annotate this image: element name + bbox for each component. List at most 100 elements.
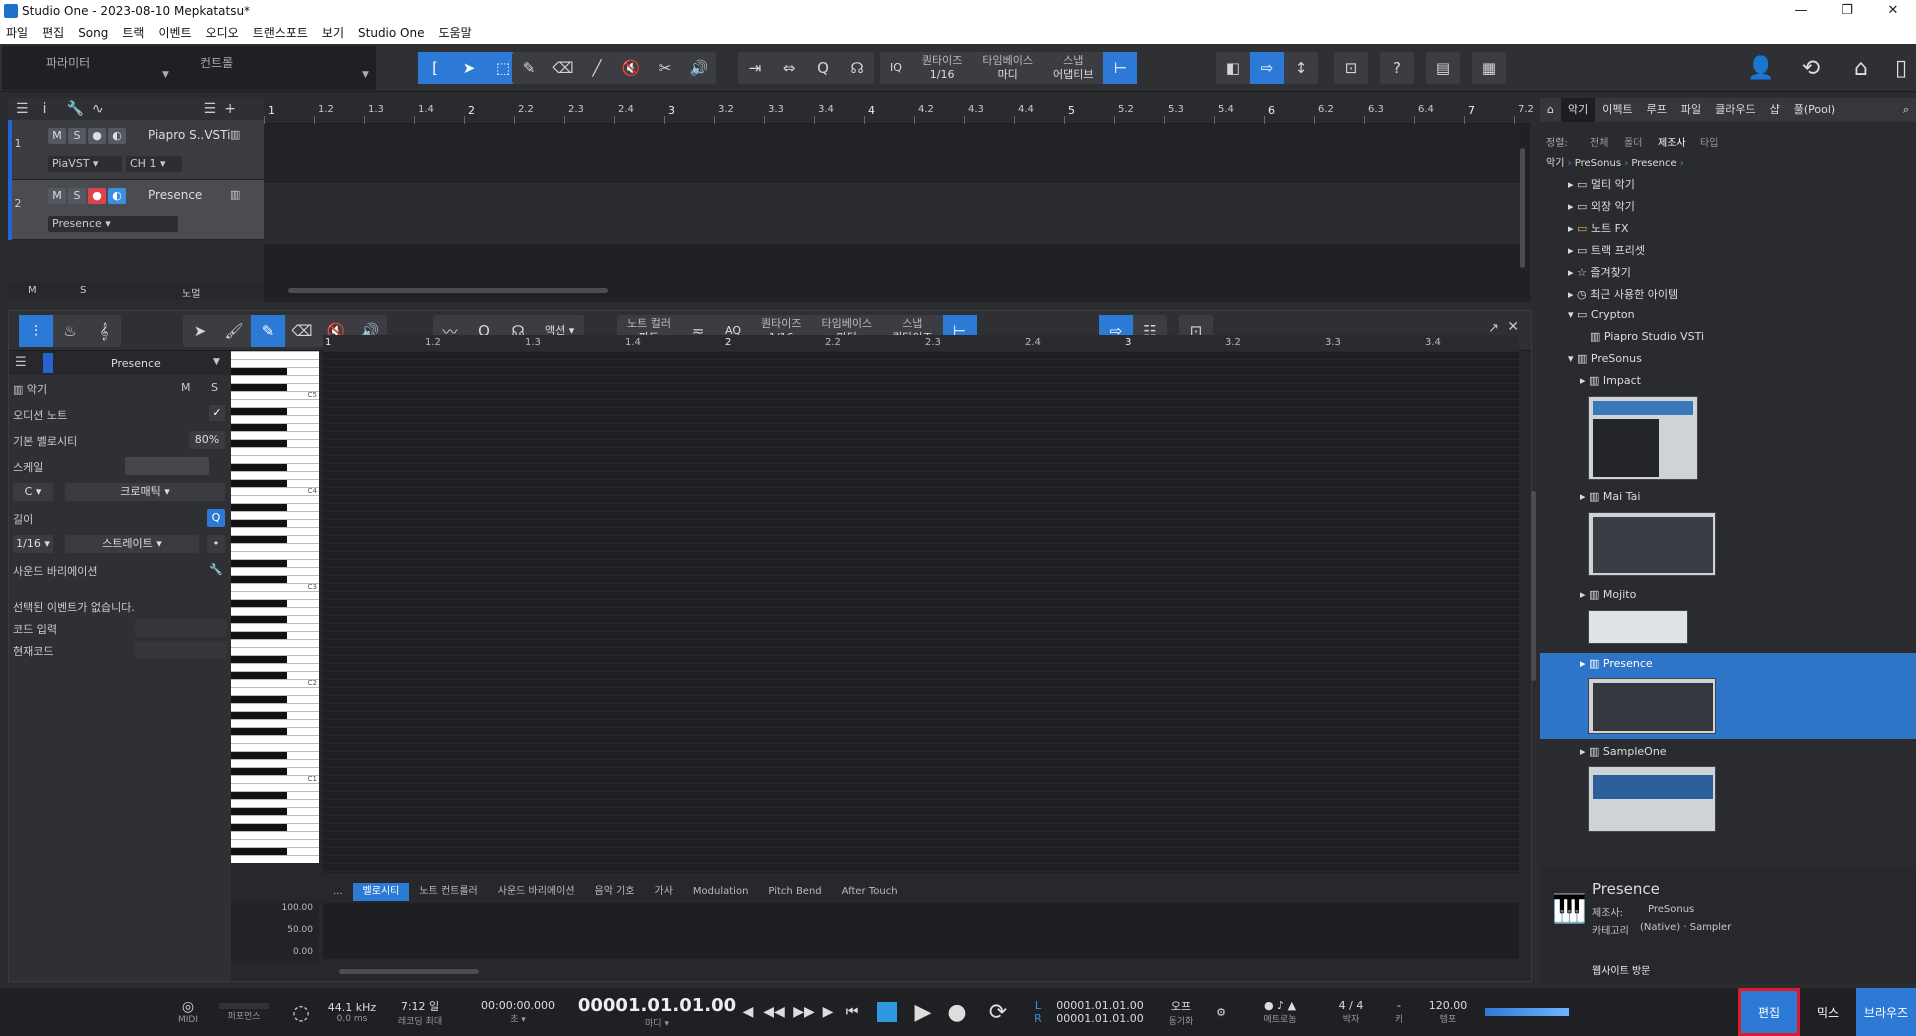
arrange-h-scrollbar[interactable]	[288, 288, 608, 293]
zoom-tool-icon[interactable]: Q	[806, 52, 840, 84]
restore-button[interactable]: ❐	[1824, 0, 1870, 22]
sort-all[interactable]: 전체	[1590, 134, 1608, 149]
breadcrumb-instruments[interactable]: 악기	[1546, 158, 1564, 169]
scale-type-select[interactable]: 크로매틱 ▾	[65, 483, 225, 501]
track-name[interactable]: Piapro S..VSTi	[148, 128, 230, 142]
length-value-select[interactable]: 1/16 ▾	[13, 535, 53, 553]
paint-tool-icon[interactable]: ╱	[580, 52, 614, 84]
track-lane-2[interactable]	[264, 184, 1520, 244]
range-tool-icon[interactable]: [	[418, 52, 452, 84]
param-label[interactable]: 파라미터	[46, 54, 90, 71]
tab-after-touch[interactable]: After Touch	[832, 883, 908, 901]
menu-event[interactable]: 이벤트	[158, 22, 191, 44]
forward-icon[interactable]: ▶▶	[790, 988, 818, 1036]
part-dropdown-icon[interactable]: ▼	[213, 357, 220, 367]
bend-tool-icon[interactable]: ⇥	[738, 52, 772, 84]
add-track-icon[interactable]: +	[224, 101, 236, 117]
snap-select[interactable]: 스냅 어댑티브	[1043, 52, 1103, 84]
tab-sound-variation[interactable]: 사운드 바리에이션	[488, 883, 585, 901]
more-icon[interactable]: ▯	[1886, 56, 1916, 81]
menu-audio[interactable]: 오디오	[206, 22, 239, 44]
track-name[interactable]: Presence	[148, 188, 202, 202]
length-extra-button[interactable]: •	[207, 535, 225, 553]
website-link[interactable]: 웹사이트 방문	[1592, 962, 1650, 977]
browser-tab-instruments[interactable]: 악기	[1560, 98, 1596, 122]
browse-view-button[interactable]: 브라우즈	[1856, 988, 1916, 1036]
editor-eraser-icon[interactable]: ⌫	[285, 315, 319, 347]
footer-solo[interactable]: S	[80, 285, 86, 296]
browser-tab-files[interactable]: 파일	[1674, 98, 1708, 122]
tree-presonus[interactable]: ▾ ▥ PreSonus	[1568, 352, 1642, 365]
record-transport-button[interactable]: ●	[942, 988, 972, 1036]
piano-keyboard[interactable]: C5 C4 C3 C2 C1	[231, 351, 319, 863]
arrange-v-scrollbar[interactable]	[1520, 148, 1525, 268]
sound-variation-wrench-icon[interactable]: 🔧	[209, 563, 223, 576]
monitor-button[interactable]: ◐	[108, 188, 126, 204]
controller-more[interactable]: ...	[323, 883, 353, 901]
detach-icon[interactable]: ↗	[1488, 321, 1499, 336]
mojito-thumbnail[interactable]	[1588, 610, 1688, 644]
close-button[interactable]: ✕	[1870, 0, 1916, 22]
edit-view-button[interactable]: 편집	[1738, 988, 1800, 1036]
track-lane-1[interactable]	[264, 124, 1520, 184]
arrange-view[interactable]: 1 1.2 1.3 1.4 2 2.2 2.3 2.4 3 3.2 3.3 3.4 4 4.2 4.3 4.4…	[264, 98, 1534, 302]
length-mode-select[interactable]: 스트레이트 ▾	[65, 535, 199, 553]
autoscroll-icon[interactable]: ⇨	[1250, 52, 1284, 84]
track-input-select[interactable]: PiaVST ▾	[48, 156, 122, 172]
tree-favorites[interactable]: ▸ ☆ 즐겨찾기	[1568, 264, 1631, 280]
browser-tab-pool[interactable]: 풀(Pool)	[1787, 98, 1842, 122]
tree-mai-tai[interactable]: ▸ ▥ Mai Tai	[1580, 490, 1640, 503]
rewind-icon[interactable]: ◀◀	[760, 988, 788, 1036]
track-options-icon[interactable]: ☰	[204, 101, 217, 117]
menu-transport[interactable]: 트랜스포트	[253, 22, 308, 44]
listen-tool-icon[interactable]: 🔊	[682, 52, 716, 84]
current-chord-field[interactable]	[135, 641, 227, 659]
tab-velocity[interactable]: 벨로시티	[352, 883, 410, 901]
mai-tai-thumbnail[interactable]	[1588, 512, 1716, 576]
breadcrumb-presence[interactable]: Presence	[1631, 158, 1676, 169]
sync-display[interactable]: 오프 동기화	[1156, 988, 1206, 1036]
record-button[interactable]: ●	[88, 128, 106, 144]
tree-external-instruments[interactable]: ▸ ▭ 외장 악기	[1568, 198, 1635, 214]
stop-button[interactable]	[872, 988, 902, 1036]
tree-track-presets[interactable]: ▸ ▭ 트랙 프리셋	[1568, 242, 1645, 258]
performance-meter[interactable]: 퍼포먼스	[210, 988, 278, 1036]
param-dropdown-icon[interactable]: ▼	[162, 70, 169, 80]
impact-thumbnail[interactable]	[1588, 396, 1698, 480]
sort-folder[interactable]: 폴더	[1624, 134, 1642, 149]
mute-tool-icon[interactable]: 🔇	[614, 52, 648, 84]
mix-view-button[interactable]: 믹스	[1800, 988, 1856, 1036]
snapshot-icon[interactable]: ⊡	[1334, 52, 1368, 84]
next-marker-icon[interactable]: ▶	[818, 988, 838, 1036]
tree-impact[interactable]: ▸ ▥ Impact	[1580, 374, 1641, 387]
instrument-icon[interactable]: ▥	[230, 128, 240, 141]
snap-toggle-icon[interactable]: ⊢	[1103, 52, 1138, 84]
tree-presence[interactable]: ▸ ▥ Presence	[1580, 657, 1653, 670]
inspector-icon[interactable]: i	[43, 101, 47, 117]
split-tool-icon[interactable]: ✂	[648, 52, 682, 84]
mute-button[interactable]: M	[48, 128, 66, 144]
stretch-icon[interactable]: ⇔	[772, 52, 806, 84]
instrument-icon[interactable]: ▥	[230, 188, 240, 201]
timebase-select[interactable]: 타임베이스 마디	[972, 52, 1043, 84]
score-view-icon[interactable]: 𝄞	[87, 315, 121, 347]
velocity-lane[interactable]	[323, 903, 1519, 959]
track-2[interactable]: 2 M S ● ◐ Presence ▥ Presence ▾	[8, 180, 264, 240]
eraser-tool-icon[interactable]: ⌫	[546, 52, 580, 84]
precount-icon[interactable]: ⚙	[1206, 988, 1236, 1036]
breadcrumb-presonus[interactable]: PreSonus	[1575, 158, 1621, 169]
track-channel-select[interactable]: CH 1 ▾	[126, 156, 182, 172]
cursor-follow-icon[interactable]: ↕	[1284, 52, 1318, 84]
solo-button[interactable]: S	[68, 188, 86, 204]
metronome-display[interactable]: ● ♪ ▲ 메트로놈	[1240, 988, 1320, 1036]
tab-pitch-bend[interactable]: Pitch Bend	[758, 883, 831, 901]
loop-button[interactable]: ⟳	[978, 988, 1018, 1036]
inspector-solo[interactable]: S	[211, 381, 218, 394]
footer-normal[interactable]: 노멀	[182, 285, 200, 300]
editor-pencil-icon[interactable]: ✎	[251, 315, 285, 347]
browser-tab-shop[interactable]: 샵	[1763, 98, 1787, 122]
presence-thumbnail[interactable]	[1588, 678, 1716, 734]
pencil-tool-icon[interactable]: ✎	[512, 52, 546, 84]
inspector-menu-icon[interactable]: ☰	[15, 355, 27, 370]
chord-input-field[interactable]	[135, 619, 227, 637]
